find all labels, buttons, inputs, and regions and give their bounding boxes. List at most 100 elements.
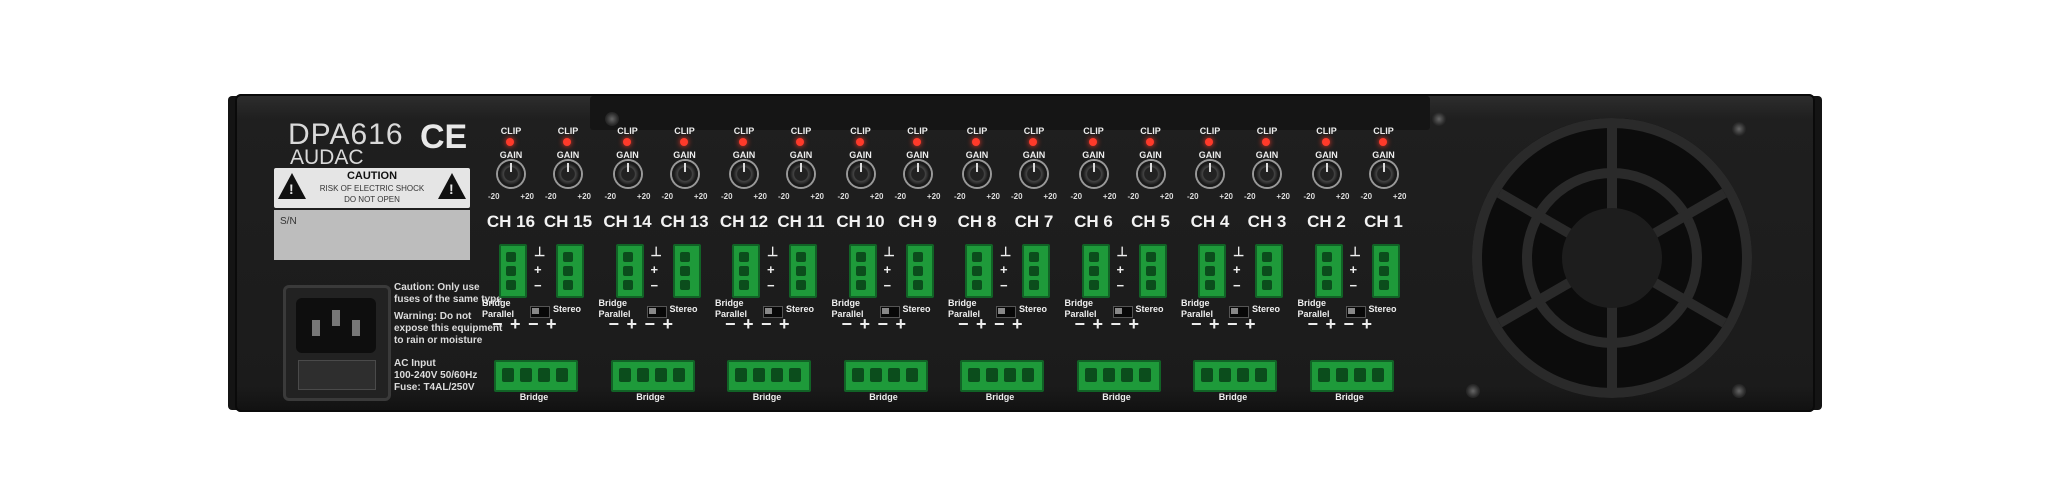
screw-icon xyxy=(1432,112,1446,126)
gain-scale: -20 +20 xyxy=(895,192,941,201)
gain-label: GAIN xyxy=(499,150,523,160)
terminal-minus-symbol: − xyxy=(650,278,659,293)
bridge-output-terminal[interactable] xyxy=(494,360,578,392)
gain-label: GAIN xyxy=(1255,150,1279,160)
speaker-output-terminal[interactable] xyxy=(1314,244,1343,298)
gain-knob[interactable] xyxy=(731,161,757,187)
gain-min-label: -20 xyxy=(488,192,500,201)
channel-control-strip: CLIP GAIN -20 +20 xyxy=(1244,116,1290,226)
bridge-output-terminal[interactable] xyxy=(843,360,928,392)
channel-control-strip: CLIP GAIN -20 +20 xyxy=(778,116,824,226)
gain-min-label: -20 xyxy=(1244,192,1256,201)
terminal-minus-symbol: − xyxy=(1116,278,1125,293)
ground-symbol: ⊥ xyxy=(1116,244,1128,259)
speaker-output-terminal[interactable] xyxy=(556,244,584,298)
gain-max-label: +20 xyxy=(1276,192,1290,201)
gain-knob[interactable] xyxy=(1080,161,1107,187)
fuse-holder[interactable] xyxy=(298,360,376,390)
gain-scale: -20 +20 xyxy=(1071,192,1117,201)
clip-led-indicator xyxy=(1145,138,1154,146)
gain-max-label: +20 xyxy=(693,192,708,201)
speaker-output-terminal[interactable] xyxy=(1371,244,1400,298)
gain-max-label: +20 xyxy=(1043,192,1057,201)
channel-name: CH 7 xyxy=(1014,212,1054,231)
polarity-plus-symbol: + xyxy=(859,314,871,334)
speaker-output-terminal[interactable] xyxy=(1138,244,1167,298)
gain-knob[interactable] xyxy=(1254,161,1280,187)
bridge-label: Bridge xyxy=(1297,298,1327,308)
clip-label: CLIP xyxy=(966,126,988,136)
gain-scale: -20 +20 xyxy=(1128,192,1174,201)
gain-knob[interactable] xyxy=(1137,161,1164,187)
bridge-terminal-label: Bridge xyxy=(869,392,898,402)
speaker-output-terminal[interactable] xyxy=(615,244,644,298)
speaker-output-terminal[interactable] xyxy=(905,244,934,298)
ground-symbol: ⊥ xyxy=(1000,244,1012,259)
caution-text: DO NOT OPEN xyxy=(344,195,400,204)
bridge-terminal-label: Bridge xyxy=(985,392,1015,402)
bridge-output-terminal[interactable] xyxy=(727,360,811,392)
channel-name: CH 12 xyxy=(719,212,769,231)
polarity-minus-symbol: − xyxy=(1343,314,1355,334)
channel-name: CH 11 xyxy=(777,212,825,231)
gain-min-label: -20 xyxy=(1011,192,1023,201)
stereo-label: Stereo xyxy=(553,304,582,314)
gain-max-label: +20 xyxy=(1219,192,1233,201)
speaker-output-terminal[interactable] xyxy=(672,244,701,298)
gain-min-label: -20 xyxy=(545,192,557,201)
speaker-output-terminal[interactable] xyxy=(499,244,527,298)
speaker-output-terminal[interactable] xyxy=(732,244,760,298)
speaker-output-terminal[interactable] xyxy=(1255,244,1283,298)
serial-number-label: S/N xyxy=(274,210,470,260)
gain-label: GAIN xyxy=(1315,150,1338,160)
gain-knob[interactable] xyxy=(788,161,814,187)
bridge-output-terminal[interactable] xyxy=(1309,360,1394,392)
bridge-output-terminal[interactable] xyxy=(1193,360,1277,392)
gain-knob[interactable] xyxy=(671,161,698,187)
bridge-terminal-label: Bridge xyxy=(519,392,549,402)
speaker-output-terminal[interactable] xyxy=(1198,244,1226,298)
channel-control-strip: CLIP GAIN -20 +20 xyxy=(1128,116,1174,226)
terminal-minus-symbol: − xyxy=(1349,278,1358,293)
iec-power-inlet[interactable] xyxy=(283,285,391,401)
gain-knob[interactable] xyxy=(904,161,931,187)
clip-label: CLIP xyxy=(790,126,812,136)
gain-knob[interactable] xyxy=(555,161,581,187)
polarity-minus-symbol: − xyxy=(994,314,1005,334)
polarity-minus-symbol: − xyxy=(725,314,736,334)
terminal-plus-symbol: + xyxy=(1116,262,1125,277)
speaker-output-terminal[interactable] xyxy=(1081,244,1110,298)
terminal-plus-symbol: + xyxy=(1000,262,1008,277)
polarity-minus-symbol: − xyxy=(1191,314,1202,334)
polarity-minus-symbol: − xyxy=(1307,314,1319,334)
gain-knob[interactable] xyxy=(614,161,641,187)
bridge-output-terminal[interactable] xyxy=(960,360,1044,392)
gain-knob[interactable] xyxy=(498,161,524,187)
speaker-output-terminal[interactable] xyxy=(965,244,993,298)
bridge-label: Bridge xyxy=(598,298,628,308)
gain-knob[interactable] xyxy=(1313,161,1340,187)
gain-knob[interactable] xyxy=(847,161,874,187)
polarity-plus-symbol: + xyxy=(546,314,557,334)
speaker-output-terminal[interactable] xyxy=(1022,244,1050,298)
gain-knob[interactable] xyxy=(1021,161,1047,187)
bridge-output-terminal[interactable] xyxy=(610,360,695,392)
gain-label: GAIN xyxy=(732,150,756,160)
gain-min-label: -20 xyxy=(1127,192,1140,201)
gain-max-label: +20 xyxy=(1392,192,1407,201)
polarity-plus-symbol: + xyxy=(779,314,790,334)
ground-symbol: ⊥ xyxy=(767,244,779,259)
serial-number-caption: S/N xyxy=(280,216,297,227)
clip-led-indicator xyxy=(1029,138,1037,146)
stereo-label: Stereo xyxy=(1252,304,1281,314)
gain-knob[interactable] xyxy=(1197,161,1223,187)
power-socket[interactable] xyxy=(296,298,376,353)
clip-led-indicator xyxy=(1321,138,1330,146)
gain-knob[interactable] xyxy=(964,161,990,187)
gain-max-label: +20 xyxy=(520,192,534,201)
bridge-output-terminal[interactable] xyxy=(1076,360,1161,392)
speaker-output-terminal[interactable] xyxy=(789,244,817,298)
speaker-output-terminal[interactable] xyxy=(848,244,877,298)
stereo-label: Stereo xyxy=(669,304,698,314)
gain-knob[interactable] xyxy=(1370,161,1397,187)
